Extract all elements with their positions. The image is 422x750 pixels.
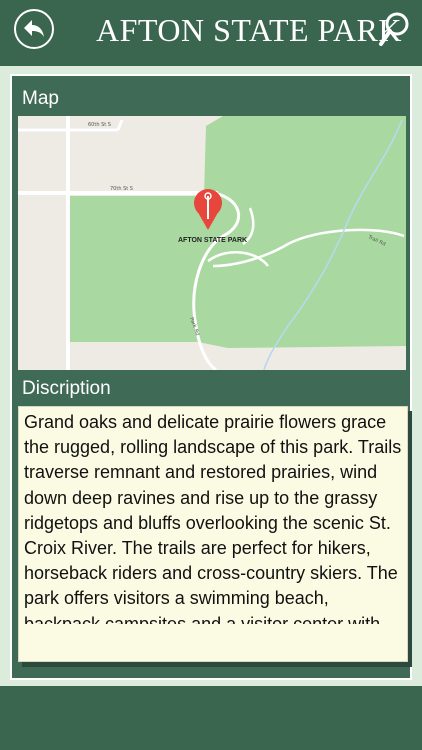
description-section-label: Discription: [22, 378, 111, 399]
map-graphic: 60th St S 70th St S Trail Rd Park Rd AFT…: [18, 116, 406, 370]
back-arrow-icon: [24, 20, 44, 37]
top-bar: AFTON STATE PARK: [0, 0, 422, 66]
map-section-label: Map: [22, 88, 59, 109]
street-label: 70th St S: [110, 186, 133, 192]
content-panel: Map 60th St S 70th St S Trail Rd Park Rd: [10, 74, 412, 680]
map-view[interactable]: 60th St S 70th St S Trail Rd Park Rd AFT…: [18, 116, 406, 370]
description-box: Grand oaks and delicate prairie flowers …: [18, 406, 408, 662]
back-button[interactable]: [14, 9, 54, 49]
search-icon[interactable]: [378, 10, 410, 50]
page-title: AFTON STATE PARK: [96, 12, 402, 48]
description-text[interactable]: Grand oaks and delicate prairie flowers …: [24, 410, 402, 624]
street-label: 60th St S: [88, 122, 111, 128]
park-place-label: AFTON STATE PARK: [178, 237, 247, 244]
bottom-bar: [0, 686, 422, 750]
